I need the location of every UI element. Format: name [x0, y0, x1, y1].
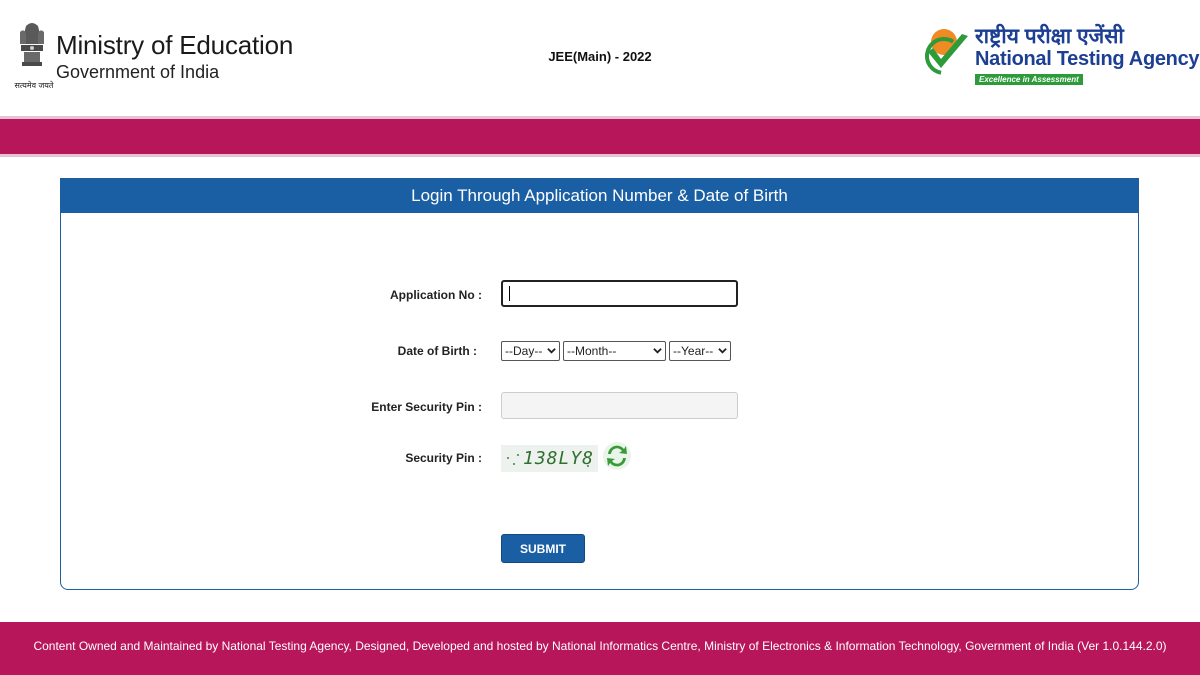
captcha-noise	[517, 454, 519, 456]
security-pin-input[interactable]	[501, 392, 738, 419]
application-no-label: Application No :	[390, 288, 482, 302]
agency-hindi-name: राष्ट्रीय परीक्षा एजेंसी	[975, 25, 1124, 48]
dob-year-select[interactable]: --Year--	[669, 341, 731, 361]
dob-year-value: --Year--	[673, 344, 714, 358]
text-caret	[509, 286, 510, 301]
application-no-input[interactable]	[501, 280, 738, 307]
captcha-image: 138LY8	[501, 445, 598, 472]
security-pin-label: Security Pin :	[405, 451, 482, 465]
ministry-subtitle: Government of India	[56, 62, 220, 82]
exam-title: JEE(Main) - 2022	[548, 49, 652, 64]
enter-security-pin-label: Enter Security Pin :	[371, 400, 482, 414]
chevron-down-icon	[547, 348, 556, 354]
ministry-title: Ministry of Education	[56, 30, 294, 60]
dob-day-value: --Day--	[505, 344, 543, 358]
login-panel: Login Through Application Number & Date …	[60, 178, 1139, 590]
captcha-noise	[513, 463, 515, 465]
captcha-noise	[507, 457, 509, 459]
captcha-text: 138LY8	[523, 448, 595, 469]
page-footer: Content Owned and Maintained by National…	[0, 622, 1200, 675]
dob-month-select[interactable]: --Month--	[563, 341, 666, 361]
submit-button[interactable]: SUBMIT	[501, 534, 585, 563]
top-banner-band	[0, 119, 1200, 154]
login-panel-title: Login Through Application Number & Date …	[61, 179, 1138, 213]
agency-name: National Testing Agency	[975, 48, 1200, 70]
emblem-caption: सत्यमेव जयते	[14, 81, 54, 90]
footer-text: Content Owned and Maintained by National…	[33, 639, 1167, 653]
dob-month-value: --Month--	[567, 344, 617, 358]
dob-day-select[interactable]: --Day--	[501, 341, 560, 361]
chevron-down-icon	[718, 348, 727, 354]
agency-tagline: Excellence in Assessment	[975, 74, 1083, 85]
nta-check-logo-icon	[925, 29, 968, 75]
chevron-down-icon	[653, 348, 662, 354]
refresh-icon[interactable]	[602, 441, 632, 471]
emblem-graphic	[20, 23, 44, 66]
page-header: सत्यमेव जयते Ministry of Education Gover…	[0, 0, 1200, 116]
band-divider-bottom	[0, 154, 1200, 157]
national-emblem-icon: सत्यमेव जयते	[12, 20, 53, 92]
dob-label: Date of Birth :	[397, 344, 477, 358]
